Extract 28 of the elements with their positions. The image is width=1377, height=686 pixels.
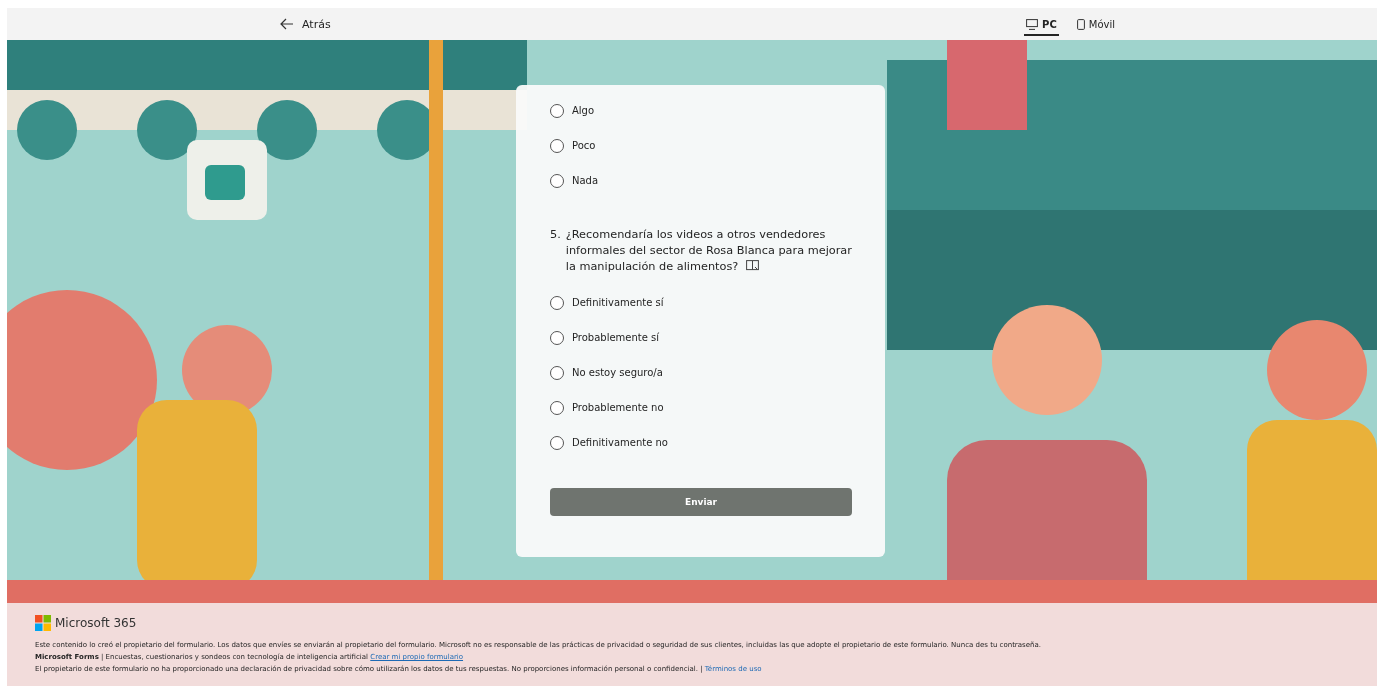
option-label: No estoy seguro/a — [572, 367, 663, 378]
option-label: Probablemente no — [572, 402, 664, 413]
radio-button[interactable] — [550, 295, 564, 310]
view-tab[interactable]: PC — [1024, 12, 1059, 36]
radio-button[interactable] — [550, 173, 564, 188]
phone-icon — [1076, 18, 1085, 30]
question-number: 5. — [550, 227, 561, 243]
radio-button[interactable] — [550, 400, 564, 415]
view-tab[interactable]: Móvil — [1074, 12, 1117, 36]
option-label: Probablemente sí — [572, 332, 660, 343]
question-text: ¿Recomendaría los videos a otros vendedores informales del sector de Rosa Blanca para mejorar la manipulación de alimentos? — [565, 227, 853, 275]
four-squares-logo-icon — [35, 615, 51, 631]
radio-button[interactable] — [550, 365, 564, 380]
back-arrow-icon — [280, 18, 294, 30]
option-label: Definitivamente sí — [572, 297, 664, 308]
radio-button[interactable] — [550, 138, 564, 153]
option-label: Definitivamente no — [572, 437, 668, 448]
immersive-reader-icon[interactable] — [745, 260, 759, 271]
brand-name: Microsoft 365 — [55, 616, 137, 630]
option-label: Poco — [572, 140, 596, 151]
option-label: Algo — [572, 105, 595, 116]
monitor-icon — [1026, 18, 1039, 30]
radio-button[interactable] — [550, 330, 564, 345]
back-link[interactable]: Atrás — [280, 17, 331, 31]
radio-button[interactable] — [550, 103, 564, 118]
option-label: Nada — [572, 175, 599, 186]
radio-button[interactable] — [550, 435, 564, 450]
submit-button[interactable]: Enviar — [550, 488, 852, 516]
